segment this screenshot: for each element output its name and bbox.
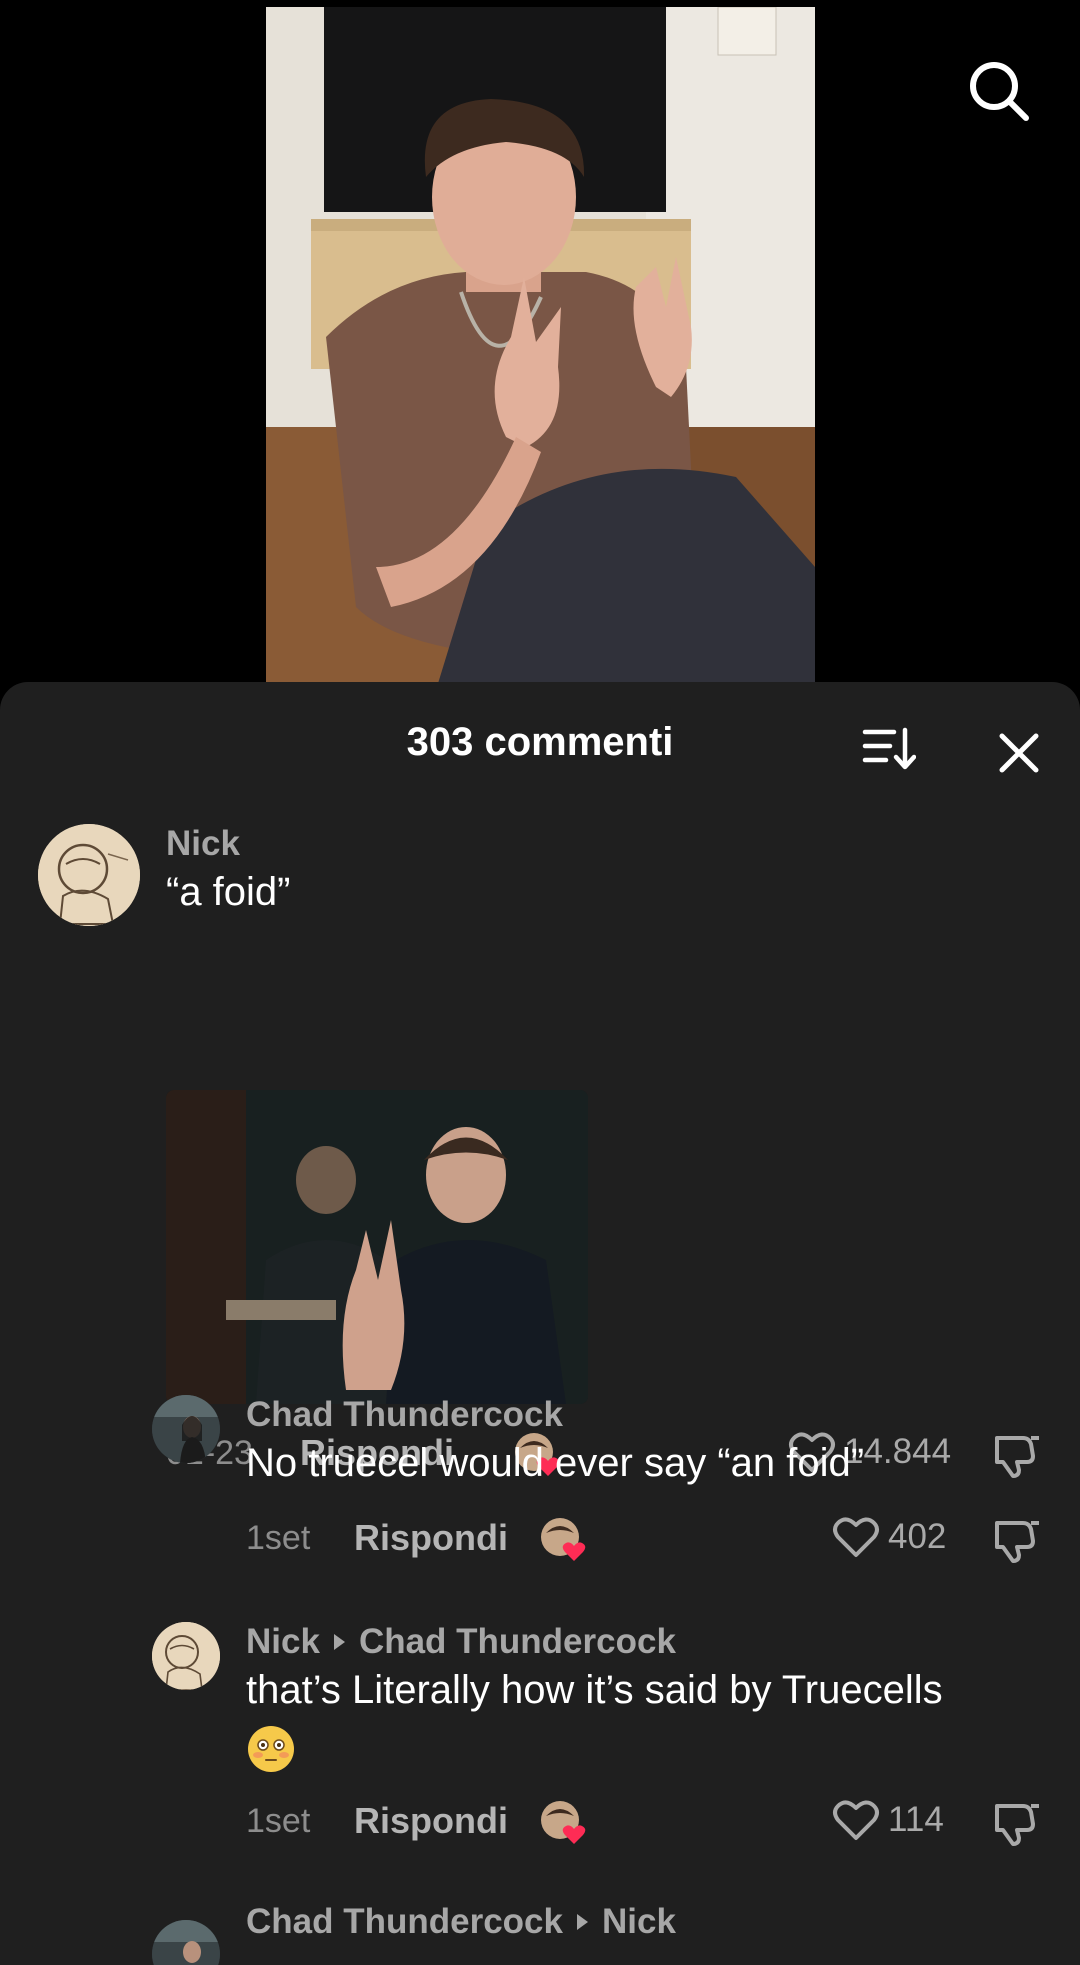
dislike-button[interactable]	[993, 1798, 1043, 1848]
reply-to-name[interactable]: Nick	[602, 1902, 676, 1942]
comment-author[interactable]: Nick	[166, 824, 240, 864]
author-name[interactable]: Chad Thundercock	[246, 1902, 563, 1942]
reply-to-name[interactable]: Chad Thundercock	[359, 1622, 676, 1662]
sort-comments-button[interactable]	[862, 726, 917, 772]
comment-text: No truecel would ever say “an foid”	[246, 1441, 865, 1485]
comment-item: Nick “a foid” 01-23 Rispondi	[0, 824, 1080, 1478]
comment-text: that’s Literally how it’s said by Truece…	[246, 1668, 943, 1712]
gif-image	[166, 1090, 588, 1404]
heart-outline-icon	[833, 1517, 879, 1557]
author-name[interactable]: Nick	[166, 824, 240, 864]
reply-item: Chad Thundercock Nick	[0, 1902, 1080, 1965]
reply-to-arrow-icon	[576, 1914, 588, 1930]
reply-item: Chad Thundercock No truecel would ever s…	[0, 1395, 1080, 1595]
video-frame[interactable]	[266, 7, 815, 690]
reply-item: Nick Chad Thundercock that’s Literally h…	[0, 1622, 1080, 1882]
video-thumbnail	[266, 7, 815, 690]
like-button[interactable]: 114	[832, 1798, 944, 1842]
comment-author[interactable]: Chad Thundercock Nick	[246, 1902, 676, 1942]
reply-button[interactable]: Rispondi	[354, 1800, 508, 1842]
close-icon	[999, 733, 1039, 773]
creator-liked-badge	[540, 1517, 586, 1561]
video-player[interactable]	[0, 0, 1080, 690]
tiktok-screen: 303 commenti Nick “a foid” Rispondi 14.8…	[0, 0, 1080, 1965]
portrait-avatar-image	[152, 1920, 220, 1965]
search-button[interactable]	[966, 58, 1032, 124]
comment-author[interactable]: Chad Thundercock	[246, 1395, 563, 1435]
avatar[interactable]	[152, 1395, 220, 1463]
author-name[interactable]: Chad Thundercock	[246, 1395, 563, 1435]
sketch-avatar-image	[38, 824, 140, 926]
heart-outline-icon	[833, 1800, 879, 1840]
comments-sheet: 303 commenti Nick “a foid” Rispondi 14.8…	[0, 682, 1080, 1965]
creator-heart-avatar-icon	[541, 1518, 586, 1561]
avatar[interactable]	[38, 824, 140, 926]
comment-text: “a foid”	[166, 870, 291, 914]
thumbs-down-icon	[995, 1521, 1039, 1563]
comment-author[interactable]: Nick Chad Thundercock	[246, 1622, 676, 1662]
dislike-button[interactable]	[993, 1515, 1043, 1565]
like-count: 114	[888, 1800, 944, 1839]
close-comments-button[interactable]	[992, 726, 1046, 780]
reply-button[interactable]: Rispondi	[354, 1517, 508, 1559]
author-name[interactable]: Nick	[246, 1622, 320, 1662]
flushed-face-emoji-icon	[248, 1726, 294, 1772]
like-button[interactable]: 402	[832, 1515, 946, 1559]
comments-count-title: 303 commenti	[406, 720, 674, 764]
comment-date: 1set	[246, 1519, 311, 1557]
search-icon	[970, 62, 1029, 121]
comment-gif-attachment[interactable]	[166, 1090, 588, 1404]
creator-heart-avatar-icon	[541, 1801, 586, 1844]
reply-to-arrow-icon	[333, 1634, 345, 1650]
sort-icon	[862, 727, 917, 770]
creator-liked-badge	[540, 1800, 586, 1844]
sketch-avatar-image	[152, 1622, 220, 1690]
portrait-avatar-image	[152, 1395, 220, 1463]
avatar[interactable]	[152, 1622, 220, 1690]
avatar[interactable]	[152, 1920, 220, 1965]
thumbs-down-icon	[995, 1804, 1039, 1846]
like-count: 402	[888, 1517, 947, 1556]
comment-date: 1set	[246, 1802, 311, 1840]
